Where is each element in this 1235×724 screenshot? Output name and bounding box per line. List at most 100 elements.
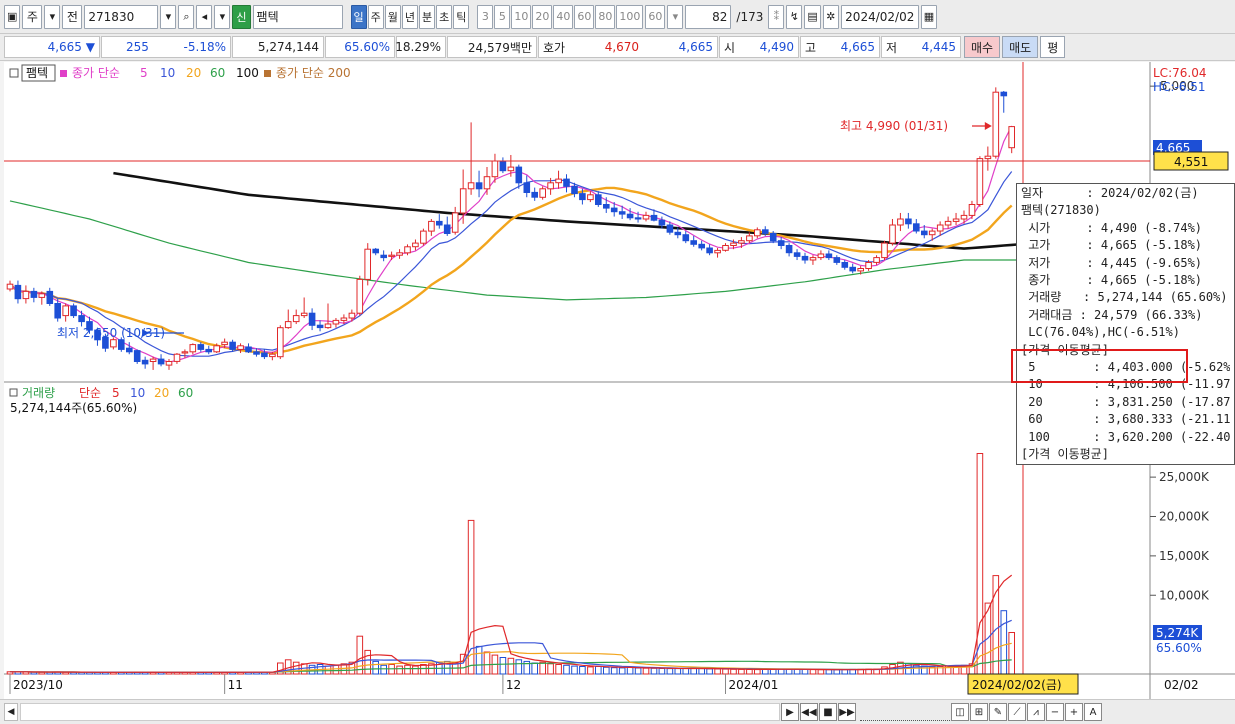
- period-tab-3[interactable]: 년: [401, 4, 419, 29]
- sixty-field[interactable]: 60: [645, 4, 666, 29]
- interval-button-60[interactable]: 60: [574, 4, 595, 29]
- search-icon[interactable]: ⌕: [178, 4, 195, 29]
- candle-body: [650, 214, 658, 221]
- hoga-ask: 4,670: [604, 40, 640, 54]
- layout-icon[interactable]: ▣: [4, 4, 21, 29]
- candle-body: [22, 290, 30, 300]
- scroll-left-icon[interactable]: ◀: [4, 703, 18, 721]
- grid-tool-icon[interactable]: ⊞: [970, 703, 988, 721]
- period-tab-5[interactable]: 초: [436, 4, 453, 29]
- candle-body: [626, 213, 634, 219]
- right-date-label: 02/02: [1164, 678, 1199, 692]
- jeon-label: 전: [66, 10, 78, 24]
- candle-body: [356, 278, 364, 314]
- cursor-date-tag-text: 2024/02/02(금): [972, 678, 1062, 692]
- volume-tick-label: 15,000K: [1159, 549, 1210, 563]
- pen-tool-icon[interactable]: ✎: [989, 703, 1007, 721]
- candle-body: [229, 341, 236, 350]
- code-dropdown-icon[interactable]: ▾: [160, 4, 177, 29]
- stock-name-value: 팸텍: [256, 10, 279, 24]
- interval-button-100[interactable]: 100: [616, 4, 644, 29]
- font-size-icon[interactable]: A: [1084, 703, 1102, 721]
- rewind-icon[interactable]: ◀◀: [800, 703, 818, 721]
- period-tab-6[interactable]: 틱: [453, 4, 470, 29]
- sell-button[interactable]: 매도: [1002, 36, 1039, 58]
- page-current-field[interactable]: 82: [685, 4, 732, 29]
- period-tab-1[interactable]: 주: [367, 4, 384, 29]
- interval-button-20[interactable]: 20: [532, 4, 553, 29]
- date-value: 2024/02/02: [845, 9, 915, 24]
- interval-button-40[interactable]: 40: [553, 4, 574, 29]
- play-icon[interactable]: ▶: [781, 703, 799, 721]
- interval-button-80[interactable]: 80: [595, 4, 616, 29]
- period-tab-4[interactable]: 분: [419, 4, 436, 29]
- interval-button-10[interactable]: 10: [511, 4, 532, 29]
- candle-body: [300, 312, 308, 317]
- buy-button[interactable]: 매수: [964, 36, 1001, 58]
- layout-tool-icon[interactable]: ◫: [951, 703, 969, 721]
- compare-icon[interactable]: ⁑: [768, 4, 785, 29]
- save-icon[interactable]: ▤: [804, 4, 821, 29]
- candle-body: [428, 220, 435, 232]
- volume-bar: [547, 663, 554, 675]
- gear-icon[interactable]: ✲: [822, 4, 839, 29]
- zoom-out-icon[interactable]: −: [1046, 703, 1064, 721]
- sound-icon[interactable]: ◂: [196, 4, 213, 29]
- page-total: /173: [736, 9, 764, 24]
- candle-body: [38, 293, 46, 298]
- interval-buttons: 3 5 10 20 40 60 80 100: [477, 4, 644, 29]
- stop-icon[interactable]: ■: [819, 703, 837, 721]
- draw-tool-icon[interactable]: ↯: [786, 4, 803, 29]
- volume-legend-ma-label: 단순: [79, 386, 101, 400]
- forward-icon[interactable]: ▶▶: [838, 703, 856, 721]
- candle-body: [523, 182, 531, 194]
- candle-body: [173, 353, 181, 362]
- sound-dropdown-icon[interactable]: ▾: [214, 4, 231, 29]
- candle-body: [284, 321, 292, 329]
- candle-body: [603, 204, 610, 209]
- zoom-slider[interactable]: [860, 703, 950, 721]
- last-volume-tag-text: 5,274K: [1156, 626, 1199, 640]
- stock-code-input[interactable]: 271830: [84, 4, 159, 29]
- period-tab-2[interactable]: 월: [384, 4, 401, 29]
- low-label: 저: [886, 40, 898, 55]
- candle-body: [507, 166, 515, 172]
- candle-body: [269, 353, 276, 358]
- volume-bar: [793, 668, 801, 675]
- candle-body: [587, 194, 594, 201]
- volume-bar: [976, 453, 984, 675]
- fibo-tool-icon[interactable]: ⩘: [1027, 703, 1045, 721]
- eval-button[interactable]: 평: [1040, 36, 1066, 58]
- candle-body: [595, 194, 602, 206]
- period-tab-0[interactable]: 일: [350, 4, 367, 29]
- candle-body: [1000, 91, 1008, 97]
- volume-bar: [459, 653, 467, 675]
- candle-body: [149, 358, 157, 363]
- interval-button-5[interactable]: 5: [494, 4, 511, 29]
- calendar-icon[interactable]: ▦: [920, 4, 938, 29]
- ju-selector[interactable]: 주: [22, 4, 43, 29]
- candle-body: [467, 182, 475, 190]
- zoom-in-icon[interactable]: +: [1065, 703, 1083, 721]
- candle-body: [261, 352, 268, 358]
- tooltip-line: 종가 : 4,665 (-5.18%): [1021, 273, 1203, 288]
- candle-body: [70, 305, 77, 317]
- stock-name-field[interactable]: 팸텍: [252, 4, 343, 29]
- candle-body: [133, 350, 141, 363]
- sixty-dropdown-icon[interactable]: ▾: [667, 4, 684, 29]
- candle-body: [682, 234, 690, 242]
- candle-body: [960, 214, 968, 220]
- volume-bar: [380, 664, 387, 675]
- date-field[interactable]: 2024/02/02: [840, 4, 919, 29]
- chevron-down-icon[interactable]: ▾: [44, 4, 61, 29]
- horizontal-scrollbar[interactable]: [20, 703, 780, 721]
- candle-body: [762, 229, 769, 234]
- line-tool-icon[interactable]: ⟋: [1008, 703, 1026, 721]
- volume-bar: [356, 635, 364, 675]
- candle-body: [738, 240, 745, 244]
- interval-button-3[interactable]: 3: [477, 4, 494, 29]
- volume-bar: [666, 668, 674, 675]
- down-arrow-icon: ▼: [85, 40, 95, 54]
- tooltip-line: 고가 : 4,665 (-5.18%): [1021, 238, 1203, 253]
- jeon-button[interactable]: 전: [62, 4, 83, 29]
